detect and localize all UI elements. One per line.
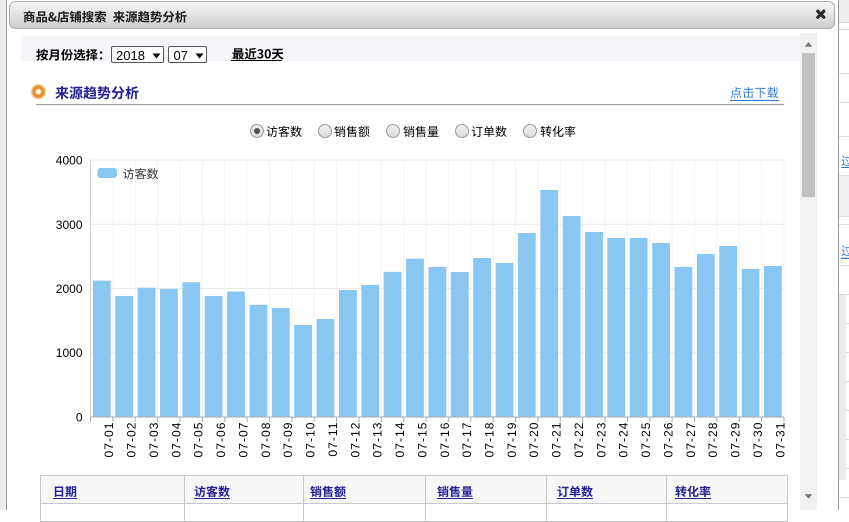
svg-text:07-17: 07-17 xyxy=(460,422,474,458)
svg-text:07-06: 07-06 xyxy=(214,422,228,458)
svg-text:07-25: 07-25 xyxy=(639,422,653,458)
svg-text:07-04: 07-04 xyxy=(169,422,183,458)
svg-text:07-22: 07-22 xyxy=(572,422,586,458)
svg-text:07-27: 07-27 xyxy=(684,422,698,458)
svg-text:07-19: 07-19 xyxy=(505,422,519,458)
svg-text:07-08: 07-08 xyxy=(259,422,273,458)
svg-text:07-16: 07-16 xyxy=(438,422,452,458)
svg-text:4000: 4000 xyxy=(56,154,83,168)
svg-text:07-18: 07-18 xyxy=(483,422,497,458)
svg-text:07-02: 07-02 xyxy=(125,422,139,458)
svg-text:07-20: 07-20 xyxy=(527,422,541,458)
svg-text:07-31: 07-31 xyxy=(773,422,787,458)
svg-text:07-23: 07-23 xyxy=(594,422,608,458)
svg-text:07-28: 07-28 xyxy=(706,422,720,458)
svg-text:07-29: 07-29 xyxy=(729,422,743,458)
svg-text:07-13: 07-13 xyxy=(371,422,385,458)
svg-text:1000: 1000 xyxy=(56,346,83,360)
svg-text:07-21: 07-21 xyxy=(550,422,564,458)
svg-text:07-26: 07-26 xyxy=(662,422,676,458)
svg-text:07-05: 07-05 xyxy=(192,422,206,458)
svg-text:07-12: 07-12 xyxy=(348,422,362,458)
svg-text:2000: 2000 xyxy=(56,282,83,296)
svg-text:3000: 3000 xyxy=(56,218,83,232)
svg-text:07-03: 07-03 xyxy=(147,422,161,458)
svg-text:07-11: 07-11 xyxy=(326,422,340,457)
svg-text:07-15: 07-15 xyxy=(415,422,429,458)
svg-text:07-30: 07-30 xyxy=(751,422,765,458)
svg-text:07-09: 07-09 xyxy=(281,422,295,458)
svg-text:0: 0 xyxy=(76,411,83,425)
svg-text:07-24: 07-24 xyxy=(617,422,631,458)
svg-text:07-07: 07-07 xyxy=(236,422,250,458)
svg-text:07-14: 07-14 xyxy=(393,422,407,458)
svg-text:07-10: 07-10 xyxy=(304,422,318,458)
svg-text:07-01: 07-01 xyxy=(102,422,116,458)
